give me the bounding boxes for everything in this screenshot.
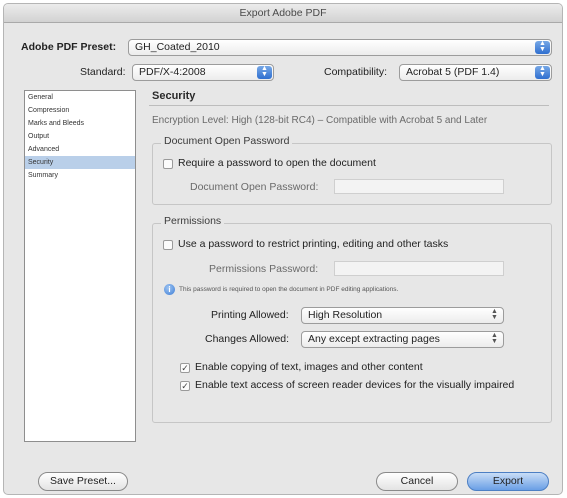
open-password-field-label: Document Open Password: [190, 181, 319, 193]
export-pdf-dialog: Export Adobe PDF Adobe PDF Preset: GH_Co… [3, 3, 563, 495]
standard-label: Standard: [80, 66, 126, 78]
changes-allowed-label: Changes Allowed: [205, 333, 290, 345]
require-password-label: Require a password to open the document [178, 157, 376, 169]
printing-allowed-label: Printing Allowed: [211, 309, 289, 321]
stepper-arrows-icon: ▲ ▼ [535, 40, 550, 54]
permissions-password-input[interactable] [334, 261, 504, 276]
title-divider [149, 105, 549, 106]
compatibility-label: Compatibility: [324, 66, 388, 78]
stepper-arrows-icon: ▲ ▼ [491, 332, 498, 345]
sidebar-item-security[interactable]: Security [25, 156, 135, 169]
cancel-button[interactable]: Cancel [376, 472, 458, 491]
printing-allowed-value: High Resolution [308, 309, 383, 321]
window-title: Export Adobe PDF [4, 4, 562, 23]
info-icon: i [164, 284, 175, 295]
require-password-checkbox[interactable] [163, 159, 173, 169]
preset-value: GH_Coated_2010 [135, 41, 220, 53]
stepper-arrows-icon: ▲ ▼ [257, 65, 272, 79]
printing-allowed-select[interactable]: High Resolution ▲ ▼ [301, 307, 504, 324]
compatibility-select[interactable]: Acrobat 5 (PDF 1.4) ▲ ▼ [399, 64, 552, 81]
encryption-level-text: Encryption Level: High (128-bit RC4) – C… [152, 115, 488, 126]
open-password-legend: Document Open Password [161, 135, 293, 147]
permissions-password-checkbox[interactable] [163, 240, 173, 250]
category-list: General Compression Marks and Bleeds Out… [24, 90, 136, 442]
stepper-arrows-icon: ▲ ▼ [535, 65, 550, 79]
standard-value: PDF/X-4:2008 [139, 66, 206, 78]
enable-text-access-label: Enable text access of screen reader devi… [195, 379, 515, 391]
permissions-password-checkbox-label: Use a password to restrict printing, edi… [178, 238, 449, 250]
sidebar-item-advanced[interactable]: Advanced [25, 143, 135, 156]
sidebar-item-summary[interactable]: Summary [25, 169, 135, 182]
changes-allowed-select[interactable]: Any except extracting pages ▲ ▼ [301, 331, 504, 348]
sidebar-item-general[interactable]: General [25, 91, 135, 104]
checkmark-icon: ✓ [181, 363, 189, 373]
enable-copying-label: Enable copying of text, images and other… [195, 361, 423, 373]
permissions-password-field-label: Permissions Password: [209, 263, 319, 275]
enable-text-access-checkbox[interactable]: ✓ [180, 381, 190, 391]
sidebar-item-marks-and-bleeds[interactable]: Marks and Bleeds [25, 117, 135, 130]
checkmark-icon: ✓ [181, 381, 189, 391]
export-button[interactable]: Export [467, 472, 549, 491]
stepper-arrows-icon: ▲ ▼ [491, 308, 498, 321]
preset-select[interactable]: GH_Coated_2010 ▲ ▼ [128, 39, 552, 56]
open-password-group [152, 143, 552, 205]
permissions-note: This password is required to open the do… [179, 286, 399, 293]
preset-label: Adobe PDF Preset: [21, 41, 117, 53]
panel-title: Security [152, 90, 196, 102]
enable-copying-checkbox[interactable]: ✓ [180, 363, 190, 373]
open-password-input[interactable] [334, 179, 504, 194]
permissions-legend: Permissions [161, 215, 225, 227]
standard-select[interactable]: PDF/X-4:2008 ▲ ▼ [132, 64, 274, 81]
sidebar-item-compression[interactable]: Compression [25, 104, 135, 117]
save-preset-button[interactable]: Save Preset... [38, 472, 128, 491]
compatibility-value: Acrobat 5 (PDF 1.4) [406, 66, 500, 78]
changes-allowed-value: Any except extracting pages [308, 333, 440, 345]
sidebar-item-output[interactable]: Output [25, 130, 135, 143]
